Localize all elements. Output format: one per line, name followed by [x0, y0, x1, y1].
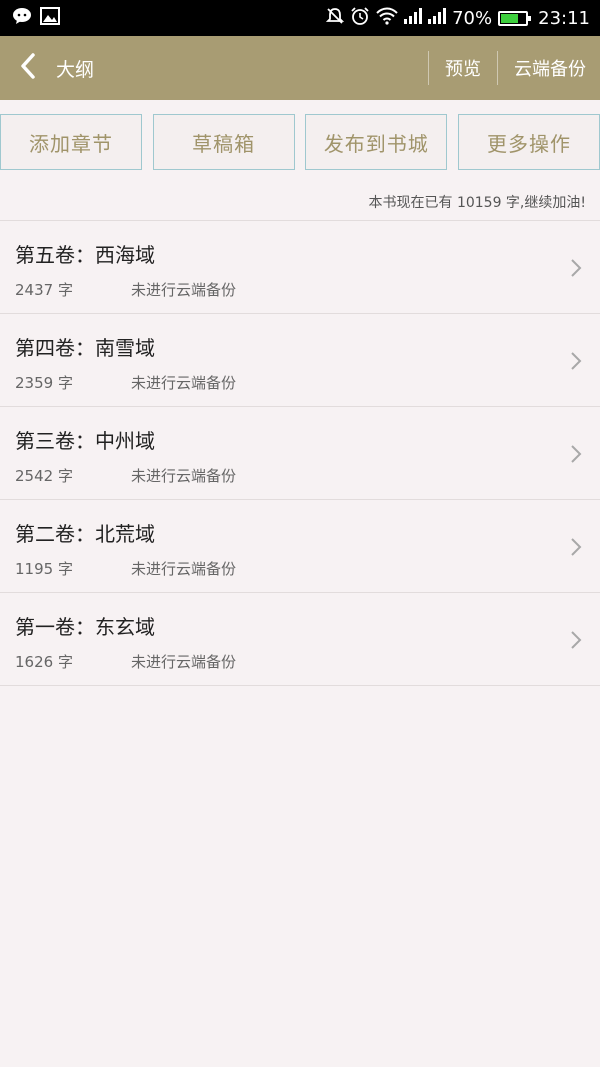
list-item[interactable]: 第二卷：北荒域 1195 字 未进行云端备份: [0, 500, 600, 593]
list-item[interactable]: 第三卷：中州域 2542 字 未进行云端备份: [0, 407, 600, 500]
chevron-right-icon: [570, 537, 582, 557]
add-chapter-button[interactable]: 添加章节: [0, 114, 142, 170]
alarm-icon: [350, 6, 370, 30]
list-item[interactable]: 第五卷：西海域 2437 字 未进行云端备份: [0, 221, 600, 314]
chevron-right-icon: [570, 351, 582, 371]
volume-title: 第一卷：东玄域: [15, 615, 155, 639]
chat-bubble-icon: [12, 7, 32, 29]
image-icon: [40, 7, 60, 29]
page-title: 大纲: [56, 58, 95, 81]
list-item[interactable]: 第一卷：东玄域 1626 字 未进行云端备份: [0, 593, 600, 686]
backup-status: 未进行云端备份: [131, 467, 237, 485]
volume-list: 第五卷：西海域 2437 字 未进行云端备份 第四卷：南雪域 2359 字 未进…: [0, 221, 600, 686]
status-bar: 70% 23:11: [0, 0, 600, 36]
volume-title: 第二卷：北荒域: [15, 522, 155, 546]
volume-word-count: 2542 字: [15, 467, 73, 485]
backup-status: 未进行云端备份: [131, 281, 237, 299]
signal-icon: [428, 8, 447, 28]
wifi-icon: [376, 7, 398, 29]
volume-title: 第五卷：西海域: [15, 243, 155, 267]
volume-title: 第三卷：中州域: [15, 429, 155, 453]
back-button[interactable]: [0, 36, 56, 100]
preview-button[interactable]: 预览: [429, 36, 497, 100]
chevron-right-icon: [570, 630, 582, 650]
chevron-left-icon: [20, 52, 36, 84]
backup-status: 未进行云端备份: [131, 653, 237, 671]
volume-word-count: 1195 字: [15, 560, 73, 578]
battery-percent: 70%: [452, 7, 493, 29]
backup-status: 未进行云端备份: [131, 374, 237, 392]
volume-word-count: 2437 字: [15, 281, 73, 299]
action-bar: 添加章节 草稿箱 发布到书城 更多操作: [0, 114, 600, 170]
battery-icon: [498, 10, 532, 26]
volume-word-count: 1626 字: [15, 653, 73, 671]
signal-icon: [404, 8, 423, 28]
chevron-right-icon: [570, 444, 582, 464]
chevron-right-icon: [570, 258, 582, 278]
list-item[interactable]: 第四卷：南雪域 2359 字 未进行云端备份: [0, 314, 600, 407]
backup-status: 未进行云端备份: [131, 560, 237, 578]
publish-button[interactable]: 发布到书城: [305, 114, 448, 170]
clock: 23:11: [538, 7, 590, 29]
cloud-backup-button[interactable]: 云端备份: [498, 36, 600, 100]
word-count-summary: 本书现在已有 10159 字,继续加油!: [368, 195, 587, 211]
more-actions-button[interactable]: 更多操作: [457, 114, 600, 170]
battery-level: [501, 13, 518, 23]
drafts-button[interactable]: 草稿箱: [152, 114, 295, 170]
volume-word-count: 2359 字: [15, 374, 73, 392]
title-bar: 大纲 预览 云端备份: [0, 36, 600, 100]
mute-icon: [325, 7, 345, 29]
volume-title: 第四卷：南雪域: [15, 336, 155, 360]
